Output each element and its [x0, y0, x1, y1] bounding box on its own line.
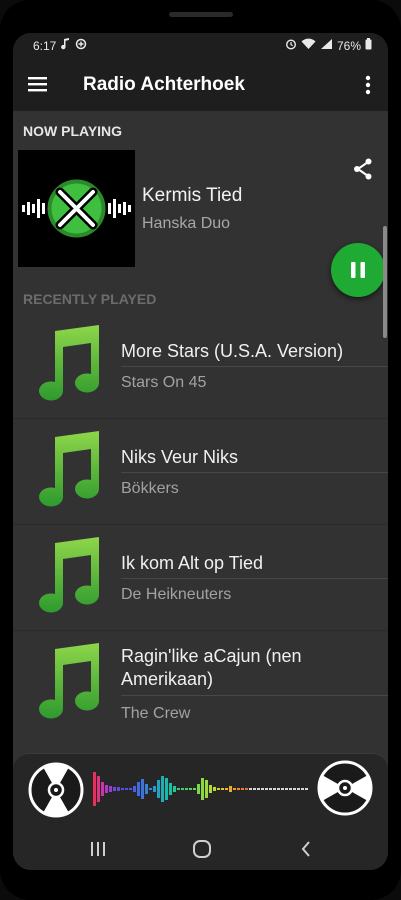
divider — [121, 695, 388, 696]
app-title: Radio Achterhoek — [83, 74, 245, 95]
music-note-icon — [33, 431, 103, 511]
list-item[interactable]: Ik kom Alt op Tied De Heikneuters — [13, 525, 388, 631]
battery-percent: 76% — [336, 38, 361, 53]
status-time: 6:17 — [33, 38, 57, 53]
now-playing-title: Kermis Tied — [142, 185, 243, 206]
list-item[interactable]: Ragin'like aCajun (nen Amerikaan) The Cr… — [13, 631, 388, 737]
pause-icon — [351, 262, 365, 278]
navigation-bar — [13, 828, 388, 870]
track-title: Ragin'like aCajun (nen Amerikaan) — [121, 646, 302, 689]
screen: 6:17 76% Radio Achterhoek NOW PLAYING Ke… — [13, 33, 388, 870]
recent-apps-icon[interactable] — [90, 840, 106, 863]
now-playing-artwork[interactable] — [18, 150, 135, 267]
wifi-icon — [301, 38, 316, 53]
battery-icon — [365, 38, 372, 53]
music-note-icon — [33, 643, 103, 723]
hamburger-menu-icon[interactable] — [27, 74, 49, 94]
app-bar: Radio Achterhoek — [13, 59, 388, 111]
status-bar: 6:17 76% — [13, 33, 388, 59]
signal-icon — [320, 38, 333, 53]
list-item[interactable]: Niks Veur Niks Bökkers — [13, 419, 388, 525]
phone-frame: 6:17 76% Radio Achterhoek NOW PLAYING Ke… — [0, 0, 401, 900]
vinyl-disc-icon[interactable] — [316, 759, 374, 817]
track-artist: The Crew — [121, 705, 191, 722]
music-note-icon — [33, 537, 103, 617]
track-title: More Stars (U.S.A. Version) — [121, 341, 344, 361]
now-playing-label: NOW PLAYING — [23, 123, 123, 139]
music-note-icon — [61, 38, 70, 53]
track-artist: Bökkers — [121, 480, 179, 497]
share-icon[interactable] — [351, 157, 375, 181]
track-title: Ik kom Alt op Tied — [121, 553, 264, 573]
pause-button[interactable] — [331, 243, 385, 297]
scrollbar[interactable] — [383, 226, 387, 338]
divider — [121, 366, 388, 367]
audio-visualizer — [93, 766, 313, 812]
now-playing-artist: Hanska Duo — [142, 215, 231, 232]
back-icon[interactable] — [300, 839, 312, 864]
radio-achterhoek-logo — [18, 150, 135, 267]
track-artist: Stars On 45 — [121, 374, 207, 391]
vinyl-disc-icon[interactable] — [27, 761, 85, 819]
more-vert-icon[interactable] — [358, 73, 378, 97]
track-title: Niks Veur Niks — [121, 447, 239, 467]
music-note-icon — [33, 325, 103, 405]
home-icon[interactable] — [192, 839, 212, 864]
recently-played-label: RECENTLY PLAYED — [23, 291, 157, 307]
divider — [121, 578, 388, 579]
speaker-slot — [169, 12, 233, 17]
data-saver-icon — [75, 38, 87, 53]
list-item[interactable]: More Stars (U.S.A. Version) Stars On 45 — [13, 313, 388, 419]
alarm-icon — [285, 38, 297, 53]
track-artist: De Heikneuters — [121, 586, 232, 603]
divider — [121, 472, 388, 473]
